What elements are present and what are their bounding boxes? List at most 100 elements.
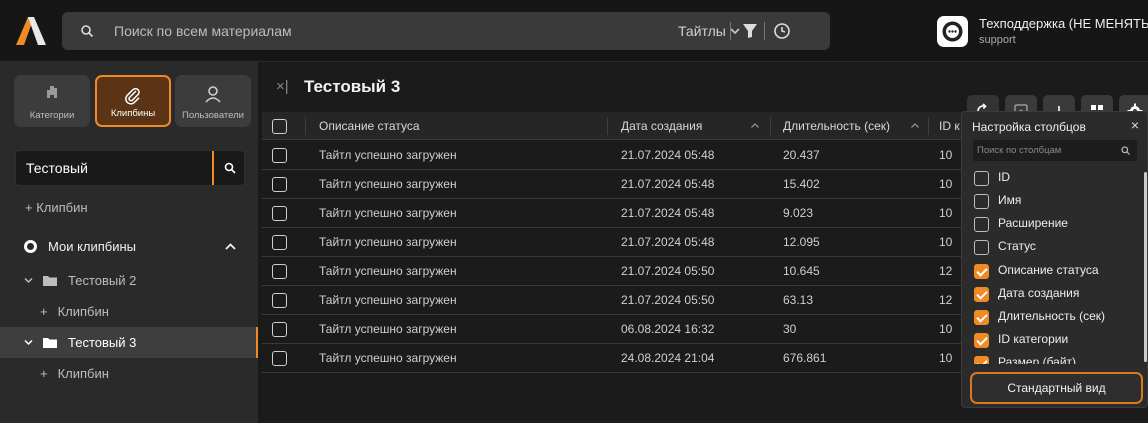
row-checkbox[interactable] [272,351,287,366]
plus-icon: + [40,366,48,381]
clipbin-search-button[interactable] [212,151,244,185]
column-options-list: ID Имя Расширение Статус Описание статус… [962,168,1144,364]
column-header-category-id[interactable]: ID к [939,119,960,133]
sort-icon[interactable] [911,123,919,128]
column-checkbox[interactable] [974,217,989,232]
search-icon[interactable] [1121,146,1130,155]
page-title: Тестовый 3 [304,77,401,96]
cell-duration: 12.095 [783,235,820,249]
column-checkbox[interactable] [974,287,989,302]
table-row[interactable]: Тайтл успешно загружен 06.08.2024 16:32 … [262,315,962,344]
column-checkbox[interactable] [974,194,989,209]
plus-icon: + [40,304,48,319]
table-row[interactable]: Тайтл успешно загружен 21.07.2024 05:48 … [262,199,962,228]
column-checkbox[interactable] [974,240,989,255]
row-checkbox[interactable] [272,148,287,163]
chevron-down-icon[interactable] [24,339,33,346]
cell-created: 21.07.2024 05:48 [621,235,715,249]
column-option-label: ID [998,170,1010,184]
app-logo[interactable] [14,15,48,47]
folder-icon [43,337,57,348]
scrollbar[interactable] [1144,172,1147,362]
column-checkbox[interactable] [974,310,989,325]
filter-icon[interactable] [742,23,758,39]
add-clipbin-label: + Клипбин [25,200,88,215]
select-all-checkbox[interactable] [272,119,287,134]
clipbin-search-input[interactable] [26,151,216,185]
tree-item-testovy-3[interactable]: Тестовый 3 [0,327,258,358]
close-clipbin-button[interactable]: ×| [276,78,289,95]
column-header-created[interactable]: Дата создания [621,119,702,133]
row-checkbox[interactable] [272,264,287,279]
clock-icon[interactable] [773,22,791,40]
column-option-label: Длительность (сек) [998,309,1106,323]
global-search-input[interactable] [114,12,674,50]
row-checkbox[interactable] [272,206,287,221]
column-option-label: Дата создания [998,286,1080,300]
table-row[interactable]: Тайтл успешно загружен 21.07.2024 05:50 … [262,257,962,286]
global-search-bar: Тайтлы [62,12,830,50]
cell-category-id: 12 [939,293,953,307]
column-checkbox[interactable] [974,333,989,348]
column-checkbox[interactable] [974,171,989,186]
table-row[interactable]: Тайтл успешно загружен 21.07.2024 05:48 … [262,228,962,257]
tree-add-clipbin[interactable]: + Клипбин [0,358,258,389]
add-clipbin-button[interactable]: + Клипбин [0,192,258,223]
divider [764,22,765,40]
cell-duration: 20.437 [783,148,820,162]
table-row[interactable]: Тайтл успешно загружен 21.07.2024 05:50 … [262,286,962,315]
nav-clipbins-button[interactable]: Клипбины [95,75,171,127]
column-header-duration[interactable]: Длительность (сек) [783,119,890,133]
avatar[interactable] [937,16,968,47]
column-checkbox[interactable] [974,356,989,364]
tree-add-clipbin[interactable]: + Клипбин [0,296,258,327]
close-icon[interactable]: × [1131,117,1139,133]
cell-category-id: 10 [939,177,953,191]
my-clipbins-header[interactable]: Мои клипбины [0,231,258,262]
column-checkbox[interactable] [974,264,989,279]
search-scope-label: Тайтлы [678,23,726,39]
cell-duration: 15.402 [783,177,820,191]
row-checkbox[interactable] [272,322,287,337]
chevron-up-icon[interactable] [225,243,236,251]
cell-created: 21.07.2024 05:48 [621,206,715,220]
categories-icon [47,86,57,98]
user-icon [205,86,221,103]
column-option-label: Статус [998,239,1036,253]
row-checkbox[interactable] [272,293,287,308]
cell-duration: 63.13 [783,293,814,307]
nav-users-button[interactable]: Пользователи [175,75,251,127]
divider [305,117,306,135]
cell-category-id: 12 [939,264,953,278]
column-search-input[interactable] [977,140,1107,161]
tree-item-testovy-2[interactable]: Тестовый 2 [0,265,258,296]
table-row[interactable]: Тайтл успешно загружен 21.07.2024 05:48 … [262,141,962,170]
sort-icon[interactable] [751,123,759,128]
clipbin-folder-icon [24,240,37,253]
tree-add-label: Клипбин [57,366,109,381]
cell-description: Тайтл успешно загружен [319,264,457,278]
cell-category-id: 10 [939,351,953,365]
table-header-row: Описание статуса Дата создания Длительно… [262,112,962,140]
column-option-label: Имя [998,193,1022,207]
materials-table: Описание статуса Дата создания Длительно… [262,112,962,394]
table-row[interactable]: Тайтл успешно загружен 24.08.2024 21:04 … [262,344,962,373]
cell-description: Тайтл успешно загружен [319,235,457,249]
cell-description: Тайтл успешно загружен [319,322,457,336]
cell-category-id: 10 [939,206,953,220]
divider [730,22,731,40]
tree-add-label: Клипбин [57,304,109,319]
paperclip-icon [125,87,140,105]
chevron-down-icon[interactable] [24,277,33,284]
user-name[interactable]: Техподдержка (НЕ МЕНЯТЬ) [979,16,1148,31]
column-header-description[interactable]: Описание статуса [319,119,420,133]
row-checkbox[interactable] [272,177,287,192]
row-checkbox[interactable] [272,235,287,250]
nav-categories-button[interactable]: Категории [14,75,90,127]
search-icon[interactable] [80,24,94,38]
chevron-down-icon [730,28,740,35]
divider [607,117,608,135]
standard-view-button[interactable]: Стандартный вид [970,372,1143,404]
table-row[interactable]: Тайтл успешно загружен 21.07.2024 05:48 … [262,170,962,199]
column-option-label: Описание статуса [998,263,1099,277]
